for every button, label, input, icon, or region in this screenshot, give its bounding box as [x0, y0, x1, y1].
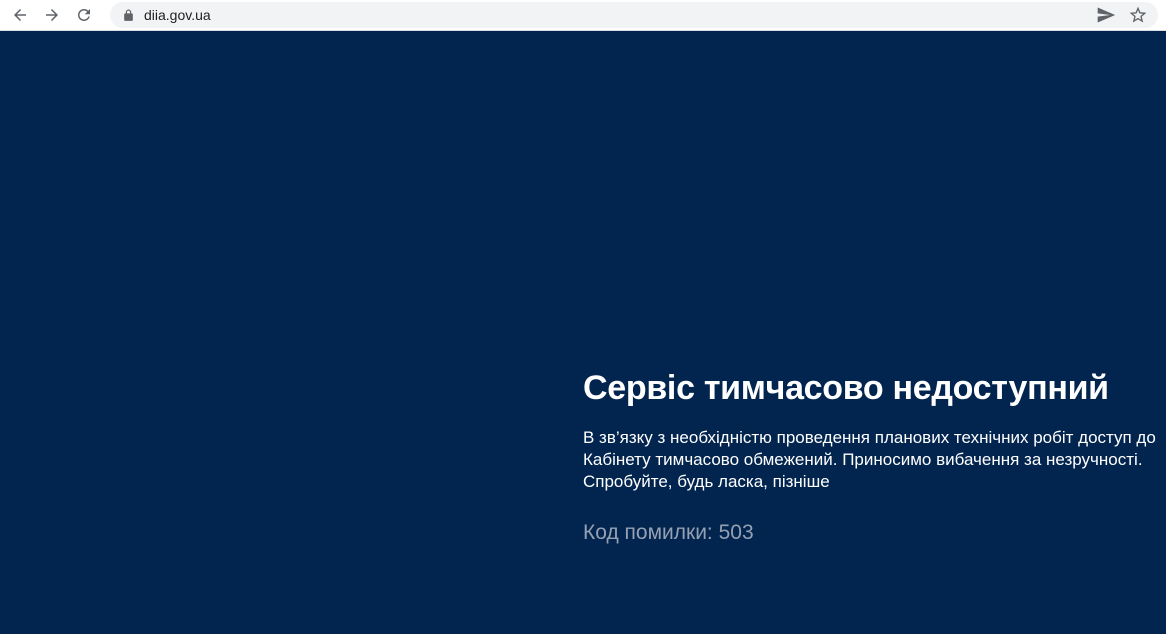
padlock-secure-icon	[122, 9, 135, 22]
bookmark-star-icon[interactable]	[1128, 5, 1148, 25]
error-content: Сервіс тимчасово недоступний В зв’язку з…	[583, 368, 1164, 545]
message-line: В зв’язку з необхідністю проведення план…	[583, 427, 1164, 449]
error-page: Сервіс тимчасово недоступний В зв’язку з…	[0, 31, 1166, 634]
error-code: Код помилки: 503	[583, 521, 1164, 545]
message-line: Кабінету тимчасово обмежений. Приносимо …	[583, 449, 1164, 471]
back-arrow-icon	[11, 6, 29, 24]
forward-button[interactable]	[38, 1, 66, 29]
back-button[interactable]	[6, 1, 34, 29]
message-line: Спробуйте, будь ласка, пізніше	[583, 471, 1164, 493]
browser-toolbar: diia.gov.ua	[0, 0, 1166, 31]
address-bar[interactable]: diia.gov.ua	[110, 2, 1158, 28]
send-to-device-icon[interactable]	[1096, 5, 1116, 25]
url-text[interactable]: diia.gov.ua	[144, 7, 211, 23]
forward-arrow-icon	[43, 6, 61, 24]
error-message: В зв’язку з необхідністю проведення план…	[583, 427, 1164, 493]
browser-window: diia.gov.ua Сервіс тимчасово недоступний…	[0, 0, 1166, 634]
reload-button[interactable]	[70, 1, 98, 29]
page-title: Сервіс тимчасово недоступний	[583, 368, 1164, 409]
reload-icon	[75, 6, 93, 24]
